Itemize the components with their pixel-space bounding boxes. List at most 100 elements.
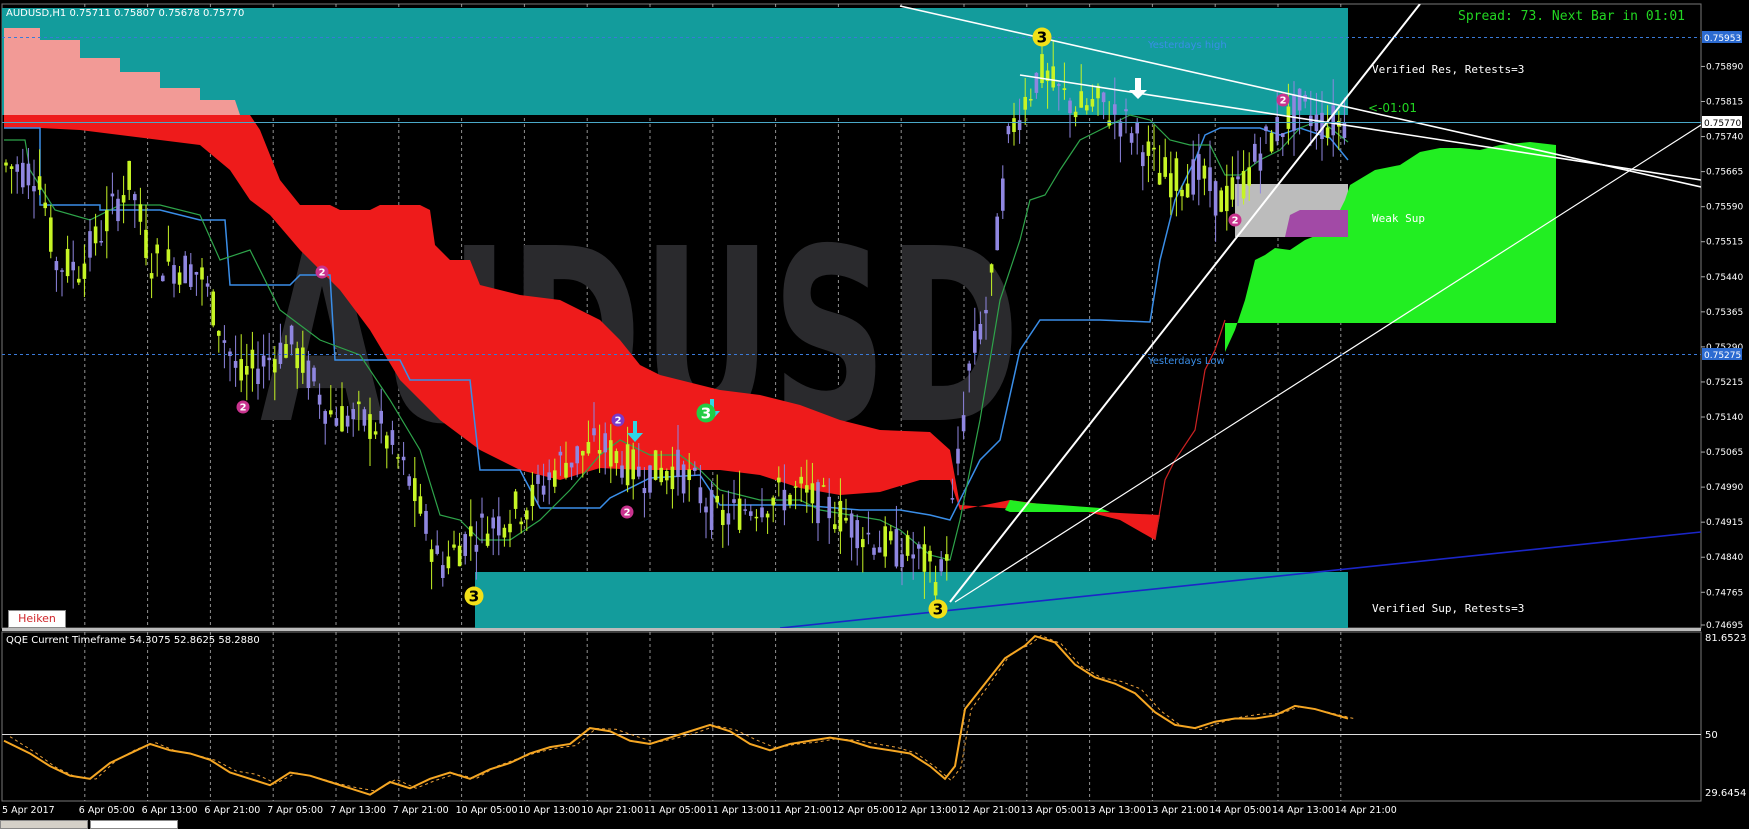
candle-body	[457, 545, 462, 567]
pattern-marker: 3	[464, 586, 484, 606]
candle-body	[21, 162, 25, 188]
time-tick-label: 7 Apr 13:00	[330, 805, 386, 816]
candle-body	[877, 547, 882, 553]
time-tick-label: 11 Apr 21:00	[770, 805, 832, 816]
zone-label-weak: Weak Sup	[1372, 212, 1425, 225]
candle-body	[228, 351, 232, 357]
candle-body	[603, 433, 607, 453]
time-tick-label: 13 Apr 13:00	[1084, 805, 1146, 816]
candle-body	[1264, 126, 1268, 131]
marker-label: 3	[1037, 29, 1048, 47]
yesterday-high-price: 0.75953	[1704, 34, 1741, 44]
candle-body	[351, 409, 355, 420]
candle-body	[816, 482, 820, 524]
candle-body	[799, 476, 803, 484]
candle-body	[687, 469, 691, 481]
candle-body	[681, 464, 686, 494]
candle-body	[37, 176, 42, 190]
candle-body	[838, 500, 843, 532]
candle-body	[642, 487, 647, 494]
candle-body	[1029, 98, 1033, 101]
marker-label: 2	[615, 416, 622, 427]
candle-body	[60, 270, 64, 272]
candle-body	[866, 532, 871, 535]
candle-body	[541, 485, 546, 495]
candle-body	[480, 513, 484, 518]
candle-body	[373, 431, 378, 435]
candle-body	[1191, 159, 1195, 195]
qqe-tick-bottom: 29.6454	[1705, 788, 1746, 799]
time-tick-label: 7 Apr 21:00	[393, 805, 449, 816]
candle-body	[569, 462, 574, 468]
candle-body	[917, 544, 921, 549]
heiken-button[interactable]: Heiken	[8, 610, 66, 628]
candle-body	[413, 478, 417, 502]
time-tick-label: 12 Apr 05:00	[832, 805, 894, 816]
candle-body	[329, 410, 333, 415]
candle-body	[222, 340, 227, 343]
price-tick-label: 0.75440	[1706, 273, 1743, 283]
candle-body	[614, 451, 619, 464]
candle-body	[726, 513, 731, 525]
candle-body	[670, 466, 675, 490]
candle-body	[592, 428, 596, 436]
candle-body	[973, 330, 977, 353]
candle-body	[401, 456, 406, 461]
candle-body	[1174, 158, 1179, 191]
candle-body	[1202, 165, 1207, 179]
price-axis[interactable]: 0.75890 0.75815 0.75740 0.75665 0.75590 0.755…	[1701, 62, 1743, 631]
candle-body	[424, 510, 428, 534]
candle-body	[827, 496, 831, 519]
candle-body	[625, 444, 630, 486]
time-tick-label: 6 Apr 13:00	[142, 805, 198, 816]
candle-body	[1090, 99, 1095, 107]
candle-body	[161, 275, 165, 282]
candle-body	[306, 360, 311, 388]
candle-body	[1208, 167, 1212, 192]
price-chart[interactable]: AUDUSD 3333222222 AUDUSD,H1 0.75711 0.75…	[0, 0, 1749, 827]
candle-body	[788, 494, 792, 505]
candle-body	[805, 485, 809, 493]
candle-body	[547, 472, 551, 481]
candle-body	[1012, 118, 1016, 133]
candle-body	[1146, 141, 1151, 156]
price-tick-label: 0.74915	[1706, 518, 1743, 528]
candle-body	[200, 267, 204, 280]
candle-body	[312, 367, 316, 382]
candle-body	[659, 467, 663, 483]
candle-body	[245, 365, 249, 375]
candle-body	[1225, 185, 1229, 212]
candle-body	[950, 498, 955, 500]
candle-body	[1169, 173, 1173, 198]
verified-support-zone	[475, 572, 1348, 628]
chart-tab[interactable]	[0, 820, 88, 829]
candle-body	[777, 477, 781, 483]
candle-body	[760, 507, 764, 518]
candle-body	[390, 430, 395, 445]
candle-body	[133, 194, 137, 201]
candle-body	[93, 226, 98, 244]
candle-body	[821, 485, 826, 487]
candle-body	[1073, 111, 1078, 118]
time-tick-label: 14 Apr 13:00	[1272, 805, 1334, 816]
candle-body	[967, 363, 971, 371]
marker-label: 2	[1232, 216, 1239, 227]
candle-body	[1141, 152, 1145, 167]
candle-body	[558, 451, 563, 456]
candle-body	[1001, 178, 1005, 211]
candle-body	[250, 349, 255, 369]
candle-body	[497, 516, 501, 536]
candle-body	[205, 283, 210, 287]
candle-body	[889, 531, 893, 541]
marker-label: 3	[701, 405, 712, 423]
candle-body	[435, 545, 439, 554]
candle-body	[933, 582, 938, 596]
candle-body	[989, 264, 994, 273]
time-axis[interactable]: 5 Apr 2017 6 Apr 05:00 6 Apr 13:00 6 Apr 21…	[2, 805, 1397, 816]
candle-body	[1213, 181, 1218, 216]
time-tick-label: 10 Apr 05:00	[456, 805, 518, 816]
chart-tab[interactable]	[90, 820, 178, 829]
candle-body	[530, 484, 535, 507]
candle-body	[665, 471, 669, 481]
time-tick-label: 12 Apr 13:00	[895, 805, 957, 816]
